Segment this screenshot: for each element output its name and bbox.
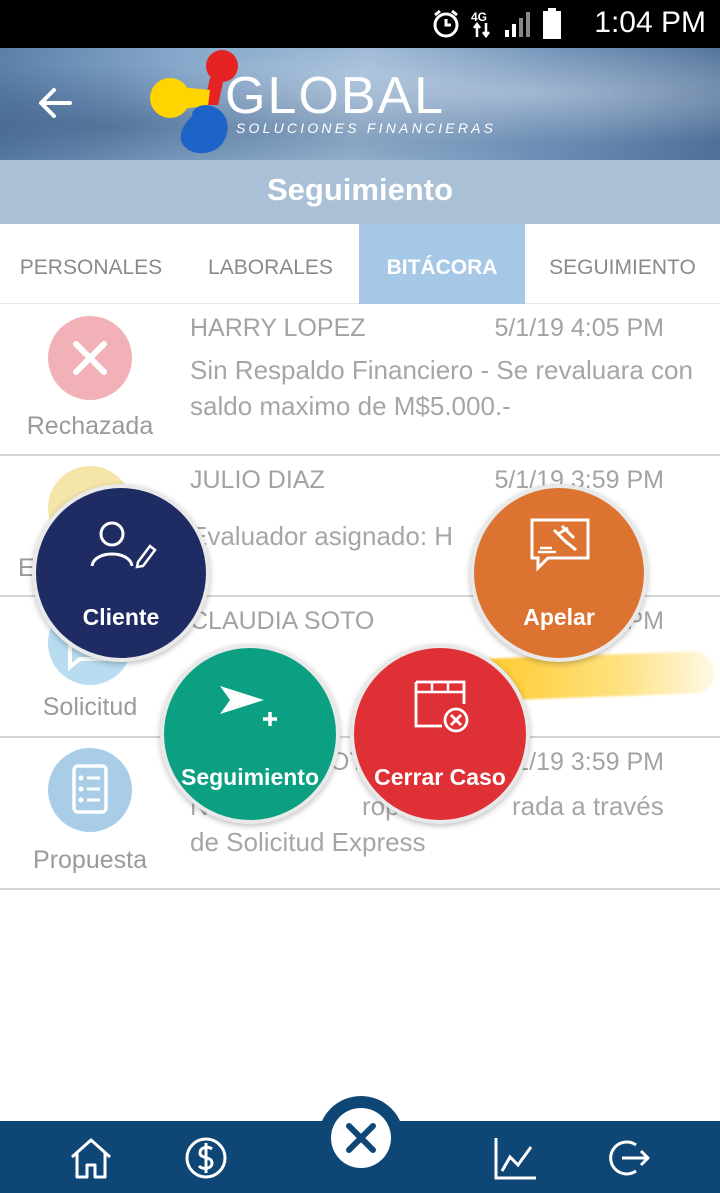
log-entry[interactable]: Rechazada HARRY LOPEZ 5/1/19 4:05 PM Sin…	[0, 304, 720, 456]
seguimiento-label: Seguimiento	[180, 764, 319, 790]
tab-seguimiento[interactable]: SEGUIMIENTO	[525, 224, 720, 304]
user-edit-icon	[90, 521, 157, 569]
send-plus-icon	[220, 686, 277, 726]
entry-status: Propuesta	[33, 846, 147, 874]
cliente-label: Cliente	[82, 604, 160, 630]
alarm-icon	[433, 9, 459, 38]
app-header: GLOBAL SOLUCIONES FINANCIERAS	[0, 48, 720, 160]
cliente-button[interactable]: Cliente	[32, 484, 210, 662]
cerrar-caso-button[interactable]: Cerrar Caso	[350, 644, 530, 824]
entry-date: 1/19 3:59 PM	[515, 748, 664, 776]
entry-name: JULIO DIAZ	[190, 466, 325, 494]
brand-subtitle: SOLUCIONES FINANCIERAS	[236, 120, 497, 136]
dollar-icon[interactable]	[181, 1133, 231, 1183]
close-icon	[73, 341, 107, 375]
battery-icon	[543, 8, 561, 39]
clock: 1:04 PM	[594, 6, 706, 39]
cerrar-caso-label: Cerrar Caso	[374, 764, 506, 790]
status-icons: 4G	[432, 8, 562, 40]
network-4g-icon: 4G	[471, 10, 490, 39]
apelar-label: Apelar	[523, 604, 595, 630]
entry-message: Sin Respaldo Financiero - Se revaluara c…	[190, 355, 693, 421]
chart-icon[interactable]	[491, 1133, 541, 1183]
tab-personales[interactable]: PERSONALES	[0, 224, 182, 304]
signal-icon	[505, 12, 530, 37]
checklist-icon	[72, 764, 108, 814]
seguimiento-button[interactable]: Seguimiento	[160, 644, 340, 824]
entry-name: HARRY LOPEZ	[190, 314, 366, 342]
close-icon	[346, 1123, 376, 1153]
proposal-badge	[48, 748, 132, 832]
close-menu-button[interactable]	[318, 1096, 404, 1182]
page-title-bar: Seguimiento	[0, 160, 720, 224]
entry-status: Solicitud	[42, 693, 138, 721]
status-bar: 4G 1:04 PM	[0, 0, 720, 48]
svg-text:4G: 4G	[471, 10, 487, 24]
entry-status: Rechazada	[26, 412, 154, 440]
entry-name: CLAUDIA SOTO	[190, 607, 375, 635]
tab-bar: PERSONALES LABORALES BITÁCORA SEGUIMIENT…	[0, 224, 720, 304]
tab-laborales[interactable]: LABORALES	[182, 224, 359, 304]
apelar-button[interactable]: Apelar	[470, 484, 648, 662]
gavel-chat-icon	[530, 518, 590, 572]
logout-icon[interactable]	[604, 1133, 654, 1183]
rejected-badge	[48, 316, 132, 400]
brand-name: GLOBAL	[225, 67, 446, 125]
tab-bitacora[interactable]: BITÁCORA	[359, 224, 525, 304]
folder-close-icon	[414, 680, 469, 733]
home-icon[interactable]	[66, 1133, 116, 1183]
entry-date: 5/1/19 4:05 PM	[494, 314, 664, 342]
page-title: Seguimiento	[266, 172, 453, 207]
arrow-left-icon[interactable]	[30, 78, 80, 128]
entry-message-part: rada a través	[512, 791, 664, 821]
entry-message-part: de Solicitud Express	[190, 827, 426, 857]
